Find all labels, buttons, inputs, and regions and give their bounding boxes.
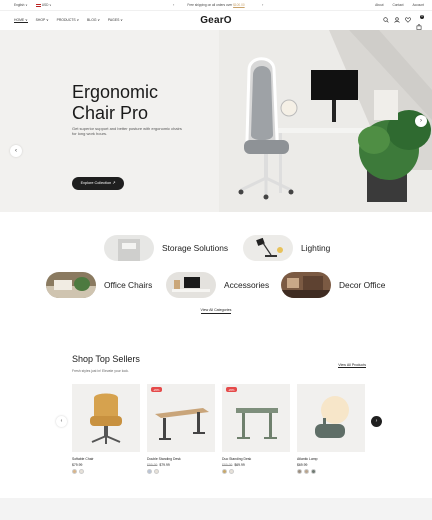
product-name[interactable]: Double Standing Desk: [147, 457, 215, 461]
color-swatch[interactable]: [297, 469, 302, 474]
color-swatch[interactable]: [72, 469, 77, 474]
category-label: Accessories: [224, 280, 270, 290]
hero-title-line1: Ergonomic: [72, 82, 159, 102]
product-image[interactable]: [297, 384, 365, 452]
office-chair-photo: [219, 30, 432, 212]
color-swatch[interactable]: [147, 469, 152, 474]
product-image[interactable]: -20%: [147, 384, 215, 452]
product-price-current: $79.99: [159, 463, 170, 467]
category-label: Decor Office: [339, 280, 386, 290]
office-chairs-thumb-image: [46, 272, 96, 298]
storage-thumb-image: [104, 235, 154, 261]
softable-chair-image: [72, 384, 140, 452]
accessories-thumb-image: [166, 272, 216, 298]
contact-link[interactable]: Contact: [392, 3, 403, 7]
product-swatches: [72, 469, 140, 474]
product-price-old: $99.99: [147, 463, 158, 467]
announcement-bar: English ∨ USD ∨ ‹ Free shipping on all o…: [0, 0, 432, 10]
lighting-thumb-image: [243, 235, 293, 261]
decor-office-thumb-image: [281, 272, 331, 298]
site-logo[interactable]: GearO: [0, 15, 432, 26]
color-swatch[interactable]: [79, 469, 84, 474]
hero-prev-button[interactable]: ‹: [10, 145, 22, 157]
product-name[interactable]: Duo Standing Desk: [222, 457, 290, 461]
hero-next-button[interactable]: ›: [415, 115, 427, 127]
category-thumb: [281, 272, 331, 298]
product-price-current: $69.99: [234, 463, 245, 467]
category-thumb: [243, 235, 293, 261]
product-card[interactable]: -20% Duo Standing Desk $89.99 $69.99: [222, 384, 290, 474]
category-label: Storage Solutions: [162, 243, 229, 253]
product-price: $99.99 $79.99: [147, 463, 215, 467]
product-price-current: $79.99: [72, 463, 83, 467]
section-subtitle: Fresh styles just in! Elevate your look.: [72, 369, 129, 373]
hero-title: Ergonomic Chair Pro: [72, 82, 158, 124]
product-price-current: $69.99: [297, 463, 308, 467]
category-thumb: [46, 272, 96, 298]
hero-description: Get superior support and better posture …: [72, 126, 182, 136]
products-prev-button[interactable]: ‹: [56, 416, 67, 427]
sale-badge: -20%: [151, 387, 162, 392]
promo-text: Free shipping on all orders over: [187, 3, 233, 7]
product-swatches: [297, 469, 365, 474]
product-card[interactable]: Softable Chair $79.99: [72, 384, 140, 474]
cart-count-badge: 0: [420, 15, 424, 19]
product-image[interactable]: [72, 384, 140, 452]
product-swatches: [222, 469, 290, 474]
sale-badge: -20%: [226, 387, 237, 392]
color-swatch[interactable]: [154, 469, 159, 474]
hero-title-line2: Chair Pro: [72, 103, 149, 123]
hero-banner: Ergonomic Chair Pro Get superior support …: [0, 30, 432, 212]
product-image[interactable]: -20%: [222, 384, 290, 452]
promo-link[interactable]: $100.00: [233, 3, 245, 7]
product-swatches: [147, 469, 215, 474]
color-swatch[interactable]: [229, 469, 234, 474]
category-label: Office Chairs: [104, 280, 153, 290]
double-standing-desk-image: [147, 384, 215, 452]
category-thumb: [104, 235, 154, 261]
duo-standing-desk-image: [222, 384, 290, 452]
explore-collection-button[interactable]: Explore Collection ↗: [72, 177, 124, 190]
heart-icon[interactable]: [405, 17, 411, 23]
promo-message: Free shipping on all orders over $100.00: [0, 3, 432, 7]
product-price-old: $89.99: [222, 463, 233, 467]
view-all-products-link[interactable]: View All Products: [338, 363, 366, 368]
section-title: Shop Top Sellers: [72, 354, 140, 364]
color-swatch[interactable]: [304, 469, 309, 474]
product-price: $79.99: [72, 463, 140, 467]
category-label: Lighting: [301, 243, 331, 253]
atlantic-lamp-image: [297, 384, 365, 452]
account-link[interactable]: Account: [412, 3, 424, 7]
utility-links: About Contact Account: [375, 3, 424, 7]
user-icon[interactable]: [394, 17, 400, 23]
category-accessories[interactable]: Accessories: [166, 272, 269, 298]
search-icon[interactable]: [383, 17, 389, 23]
product-name[interactable]: Softable Chair: [72, 457, 140, 461]
product-card[interactable]: Atlantic Lamp $69.99: [297, 384, 365, 474]
product-name[interactable]: Atlantic Lamp: [297, 457, 365, 461]
products-next-button[interactable]: ›: [371, 416, 382, 427]
color-swatch[interactable]: [311, 469, 316, 474]
site-header: HOME ∨ SHOP ∨ PRODUCTS ∨ BLOG ∨ PAGES ∨ …: [0, 10, 432, 30]
product-card[interactable]: -20% Double Standing Desk $99.99 $79.99: [147, 384, 215, 474]
category-thumb: [166, 272, 216, 298]
color-swatch[interactable]: [222, 469, 227, 474]
hero-image: ›: [219, 30, 432, 212]
about-link[interactable]: About: [375, 3, 383, 7]
bottom-banner: [0, 498, 432, 520]
category-office-chairs[interactable]: Office Chairs: [46, 272, 152, 298]
product-price: $89.99 $69.99: [222, 463, 290, 467]
category-decor-office[interactable]: Decor Office: [281, 272, 385, 298]
promo-next-icon[interactable]: ›: [262, 2, 263, 7]
product-price: $69.99: [297, 463, 365, 467]
category-storage[interactable]: Storage Solutions: [104, 235, 228, 261]
view-all-categories-link[interactable]: View All Categories: [200, 308, 232, 314]
view-all-categories: View All Categories: [0, 308, 432, 314]
category-lighting[interactable]: Lighting: [243, 235, 330, 261]
